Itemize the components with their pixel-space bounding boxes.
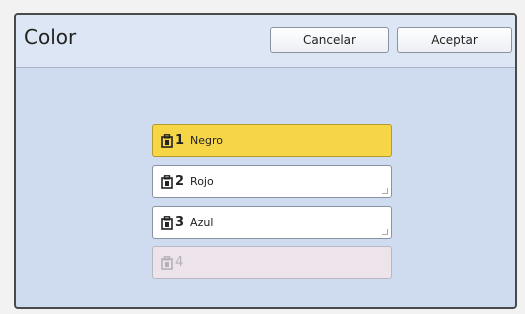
drum-3-button[interactable]: 3 Azul: [152, 206, 392, 239]
color-dialog: Color Cancelar Aceptar 1 Negro 2 Rojo 3 …: [14, 13, 517, 309]
drum-number: 4: [175, 255, 184, 270]
drum-label: Azul: [190, 216, 214, 229]
resize-corner-icon: [382, 229, 388, 235]
drum-4-button: 4: [152, 246, 392, 279]
drum-2-button[interactable]: 2 Rojo: [152, 165, 392, 198]
drum-icon: [161, 133, 173, 148]
drum-icon: [161, 174, 173, 189]
dialog-title: Color: [24, 25, 77, 49]
drum-list: 1 Negro 2 Rojo 3 Azul 4: [16, 68, 515, 307]
drum-1-button[interactable]: 1 Negro: [152, 124, 392, 157]
drum-icon: [161, 215, 173, 230]
dialog-header: Color Cancelar Aceptar: [16, 15, 515, 68]
resize-corner-icon: [382, 188, 388, 194]
drum-icon: [161, 255, 173, 270]
drum-number: 1: [175, 133, 185, 148]
drum-label: Negro: [190, 134, 224, 147]
drum-number: 3: [175, 215, 185, 230]
cancel-button[interactable]: Cancelar: [270, 27, 389, 53]
drum-number: 2: [175, 174, 185, 189]
drum-label: Rojo: [190, 175, 214, 188]
accept-button[interactable]: Aceptar: [397, 27, 512, 53]
